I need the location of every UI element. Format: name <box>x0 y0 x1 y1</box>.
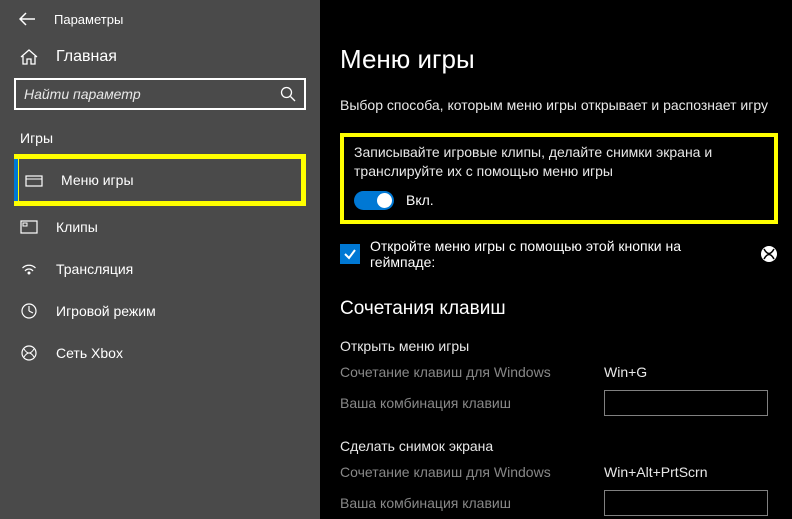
highlight-box: Записывайте игровые клипы, делайте снимк… <box>340 133 778 224</box>
header-title: Параметры <box>54 12 123 27</box>
home-icon <box>20 48 38 66</box>
shortcuts-heading: Сочетания клавиш <box>340 298 778 320</box>
shortcut-user-input[interactable] <box>604 490 768 516</box>
game-mode-icon <box>20 302 38 320</box>
game-bar-toggle[interactable] <box>354 191 394 210</box>
shortcut-user-label: Ваша комбинация клавиш <box>340 395 604 411</box>
shortcut-user-label: Ваша комбинация клавиш <box>340 495 604 511</box>
shortcut-row: Сочетание клавиш для Windows Win+Alt+Prt… <box>340 464 778 480</box>
xbox-network-icon <box>20 344 38 362</box>
main-content: Меню игры Выбор способа, которым меню иг… <box>320 0 792 519</box>
shortcut-group-title: Сделать снимок экрана <box>340 438 778 454</box>
gamepad-checkbox[interactable] <box>340 244 360 264</box>
search-box[interactable] <box>14 78 306 110</box>
shortcut-windows-value: Win+Alt+PrtScrn <box>604 464 707 480</box>
sidebar-item-xbox-network[interactable]: Сеть Xbox <box>14 332 306 374</box>
shortcut-windows-label: Сочетание клавиш для Windows <box>340 464 604 480</box>
page-subtitle: Выбор способа, которым меню игры открыва… <box>340 97 778 113</box>
toggle-row: Вкл. <box>354 191 764 210</box>
highlight-text: Записывайте игровые клипы, делайте снимк… <box>354 143 764 181</box>
sidebar-item-label: Клипы <box>56 219 98 235</box>
page-title: Меню игры <box>340 44 778 75</box>
section-label: Игры <box>14 110 306 154</box>
header: Параметры <box>0 0 320 38</box>
broadcast-icon <box>20 260 38 278</box>
checkbox-row: Откройте меню игры с помощью этой кнопки… <box>340 238 778 270</box>
sidebar-item-clips[interactable]: Клипы <box>14 206 306 248</box>
checkbox-label: Откройте меню игры с помощью этой кнопки… <box>370 238 750 270</box>
shortcut-user-input[interactable] <box>604 390 768 416</box>
sidebar-item-label: Меню игры <box>61 172 134 188</box>
sidebar-item-label: Главная <box>56 48 117 66</box>
shortcut-windows-label: Сочетание клавиш для Windows <box>340 364 604 380</box>
shortcut-row: Ваша комбинация клавиш <box>340 390 778 416</box>
sidebar: Параметры Главная Игры Меню игры Клипы <box>0 0 320 519</box>
sidebar-item-broadcast[interactable]: Трансляция <box>14 248 306 290</box>
game-bar-icon <box>25 171 43 189</box>
shortcut-row: Сочетание клавиш для Windows Win+G <box>340 364 778 380</box>
shortcut-group-screenshot: Сделать снимок экрана Сочетание клавиш д… <box>340 438 778 516</box>
sidebar-item-game-bar[interactable]: Меню игры <box>14 154 306 206</box>
sidebar-item-label: Трансляция <box>56 261 133 277</box>
search-input[interactable] <box>24 86 280 102</box>
sidebar-item-home[interactable]: Главная <box>14 38 306 78</box>
shortcut-group-open-bar: Открыть меню игры Сочетание клавиш для W… <box>340 338 778 416</box>
shortcut-row: Ваша комбинация клавиш <box>340 490 778 516</box>
sidebar-item-label: Игровой режим <box>56 303 156 319</box>
search-icon <box>280 86 296 102</box>
sidebar-item-game-mode[interactable]: Игровой режим <box>14 290 306 332</box>
shortcut-group-title: Открыть меню игры <box>340 338 778 354</box>
clips-icon <box>20 218 38 236</box>
toggle-label: Вкл. <box>406 192 434 208</box>
sidebar-item-label: Сеть Xbox <box>56 345 123 361</box>
back-arrow-icon[interactable] <box>18 10 36 28</box>
shortcut-windows-value: Win+G <box>604 364 647 380</box>
xbox-icon <box>760 245 778 263</box>
